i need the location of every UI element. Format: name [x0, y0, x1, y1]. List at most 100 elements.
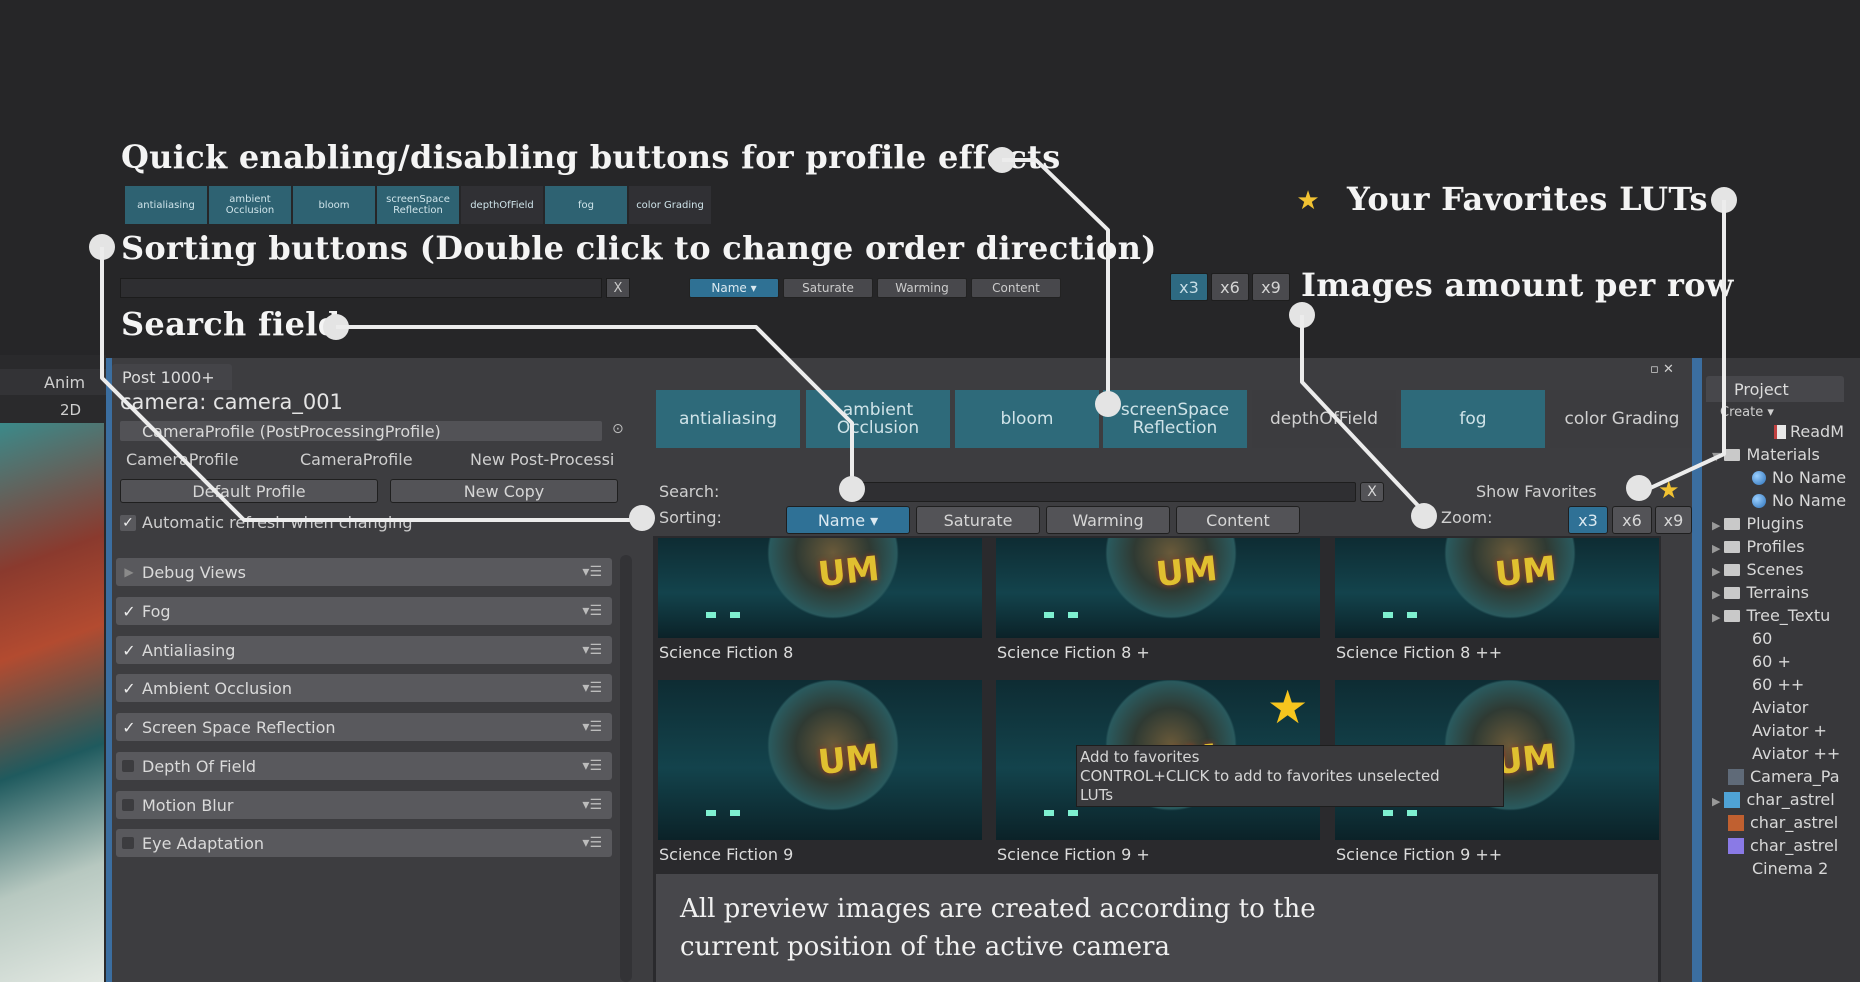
sorting-label: Sorting: — [659, 508, 722, 527]
mini-sort-warming: Warming — [877, 278, 967, 298]
project-item[interactable]: Aviator + — [1752, 721, 1827, 740]
project-item[interactable]: 60 + — [1752, 652, 1791, 671]
search-clear-button[interactable]: X — [1360, 482, 1384, 502]
effect-eye-adaptation[interactable]: Eye Adaptation ▾☰ — [116, 829, 612, 857]
annotation-search: Search field — [121, 305, 341, 343]
effect-fog[interactable]: ✓ Fog ▾☰ — [116, 597, 612, 625]
project-item-camera-profile[interactable]: Camera_Pa — [1728, 767, 1840, 786]
project-item[interactable]: Aviator ++ — [1752, 744, 1840, 763]
auto-refresh-checkbox[interactable]: ✓ — [120, 515, 136, 531]
preview-note-line2: current position of the active camera — [680, 932, 1170, 962]
effect-debug-views[interactable]: ▶ Debug Views ▾☰ — [116, 558, 612, 586]
show-favorites-label[interactable]: Show Favorites — [1476, 482, 1597, 501]
effect-antialiasing[interactable]: ✓ Antialiasing ▾☰ — [116, 636, 612, 664]
default-profile-button[interactable]: Default Profile — [120, 479, 378, 503]
scene-viewport[interactable] — [0, 423, 104, 982]
mini-sort-content: Content — [971, 278, 1061, 298]
effect-screen-space-reflection[interactable]: ✓ Screen Space Reflection ▾☰ — [116, 713, 612, 741]
toggle-ambient-occlusion[interactable]: ambient Occlusion — [806, 390, 950, 448]
mini-zoom-buttons: x3 x6 x9 — [1170, 273, 1290, 301]
toggle-antialiasing[interactable]: antialiasing — [656, 390, 800, 448]
mini-effect-fog: fog — [545, 186, 629, 224]
profile-link-3[interactable]: New Post-Processi — [470, 450, 614, 469]
project-item[interactable]: 60 ++ — [1752, 675, 1804, 694]
star-icon: ★ — [1296, 186, 1320, 216]
annotation-dot — [89, 234, 115, 260]
window-splitter[interactable] — [1692, 358, 1702, 982]
mini-zoom-x9: x9 — [1252, 273, 1290, 301]
project-item-readme[interactable]: ReadM — [1774, 422, 1844, 441]
toggle-depth-of-field[interactable]: depthOfField — [1252, 390, 1396, 448]
lut-thumbnail[interactable]: UM — [996, 538, 1320, 638]
favorites-star-icon[interactable]: ★ — [1658, 476, 1680, 504]
toggle-fog[interactable]: fog — [1401, 390, 1545, 448]
mini-zoom-x3: x3 — [1170, 273, 1208, 301]
create-dropdown[interactable]: Create ▾ — [1720, 405, 1774, 420]
annotation-dot — [989, 147, 1015, 173]
zoom-x9-button[interactable]: x9 — [1655, 506, 1692, 534]
lut-caption: Science Fiction 9 ++ — [1336, 845, 1503, 864]
annotation-favorites: Your Favorites LUTs — [1347, 180, 1708, 218]
auto-refresh-label: Automatic refresh when changing — [142, 513, 413, 532]
inspector-scrollbar[interactable] — [620, 555, 632, 982]
toggle-color-grading[interactable]: color Grading — [1550, 390, 1694, 448]
sort-saturate-button[interactable]: Saturate — [916, 506, 1040, 534]
object-picker-icon[interactable]: ⊙ — [612, 421, 624, 437]
lut-caption: Science Fiction 9 — [659, 845, 794, 864]
sort-name-button[interactable]: Name ▾ — [786, 506, 910, 534]
sort-warming-button[interactable]: Warming — [1046, 506, 1170, 534]
lut-caption: Science Fiction 9 + — [997, 845, 1150, 864]
new-copy-button[interactable]: New Copy — [390, 479, 618, 503]
profile-link-1[interactable]: CameraProfile — [126, 450, 239, 469]
effect-depth-of-field[interactable]: Depth Of Field ▾☰ — [116, 752, 612, 780]
zoom-x3-button[interactable]: x3 — [1568, 506, 1608, 534]
2d-toggle[interactable]: 2D — [60, 401, 81, 419]
profile-field[interactable]: CameraProfile (PostProcessingProfile) — [120, 421, 602, 441]
project-item[interactable]: 60 — [1752, 629, 1772, 648]
annotation-quick-buttons: Quick enabling/disabling buttons for pro… — [121, 138, 1061, 176]
search-label: Search: — [659, 482, 720, 501]
annotation-sorting: Sorting buttons (Double click to change … — [121, 229, 1157, 267]
annotation-dot — [1289, 302, 1315, 328]
project-folder-scenes[interactable]: ▶ Scenes — [1712, 560, 1804, 579]
project-folder-tree-textures[interactable]: ▶ Tree_Textu — [1712, 606, 1830, 625]
preview-note-box: All preview images are created according… — [656, 874, 1658, 982]
mini-search-field — [120, 278, 602, 298]
effect-ambient-occlusion[interactable]: ✓ Ambient Occlusion ▾☰ — [116, 674, 612, 702]
lut-thumbnail[interactable]: UM — [658, 538, 982, 638]
toggle-bloom[interactable]: bloom — [955, 390, 1099, 448]
project-item-material[interactable]: No Name — [1752, 468, 1846, 487]
project-item-texture[interactable]: char_astrel — [1728, 836, 1838, 855]
project-item-texture[interactable]: char_astrel — [1728, 813, 1838, 832]
mini-effect-ambient-occlusion: ambient Occlusion — [209, 186, 293, 224]
tab-animation[interactable]: Anim — [44, 373, 85, 392]
project-folder-profiles[interactable]: ▶ Profiles — [1712, 537, 1805, 556]
mini-effect-color-grading: color Grading — [629, 186, 713, 224]
tab-post-1000[interactable]: Post 1000+ — [112, 364, 232, 390]
annotation-dot — [323, 314, 349, 340]
project-item-material[interactable]: No Name — [1752, 491, 1846, 510]
preview-note-line1: All preview images are created according… — [680, 894, 1316, 924]
favorite-star-icon[interactable]: ★ — [1267, 680, 1308, 734]
window-menu-icon[interactable]: ▫ ✕ — [1650, 362, 1674, 377]
favorites-tooltip: Add to favorites CONTROL+CLICK to add to… — [1076, 745, 1504, 807]
project-item[interactable]: Aviator — [1752, 698, 1808, 717]
lut-caption: Science Fiction 8 — [659, 643, 794, 662]
lut-thumbnail[interactable]: UM — [1335, 538, 1659, 638]
zoom-label: Zoom: — [1441, 508, 1493, 527]
lut-thumbnail[interactable]: UM — [658, 680, 982, 840]
zoom-x6-button[interactable]: x6 — [1612, 506, 1652, 534]
effect-motion-blur[interactable]: Motion Blur ▾☰ — [116, 791, 612, 819]
project-item[interactable]: Cinema 2 — [1752, 859, 1828, 878]
search-input[interactable] — [850, 482, 1356, 502]
toggle-screen-space-reflection[interactable]: screenSpace Reflection — [1103, 390, 1247, 448]
project-folder-plugins[interactable]: ▶ Plugins — [1712, 514, 1804, 533]
mini-effects-bar: antialiasing ambient Occlusion bloom scr… — [125, 186, 713, 224]
sort-content-button[interactable]: Content — [1176, 506, 1300, 534]
project-folder-materials[interactable]: ▼ Materials — [1712, 445, 1820, 464]
project-item-prefab[interactable]: ▶ char_astrel — [1712, 790, 1835, 809]
mini-effect-bloom: bloom — [293, 186, 377, 224]
project-folder-terrains[interactable]: ▶ Terrains — [1712, 583, 1809, 602]
tab-project[interactable]: Project — [1706, 376, 1844, 402]
profile-link-2[interactable]: CameraProfile — [300, 450, 413, 469]
